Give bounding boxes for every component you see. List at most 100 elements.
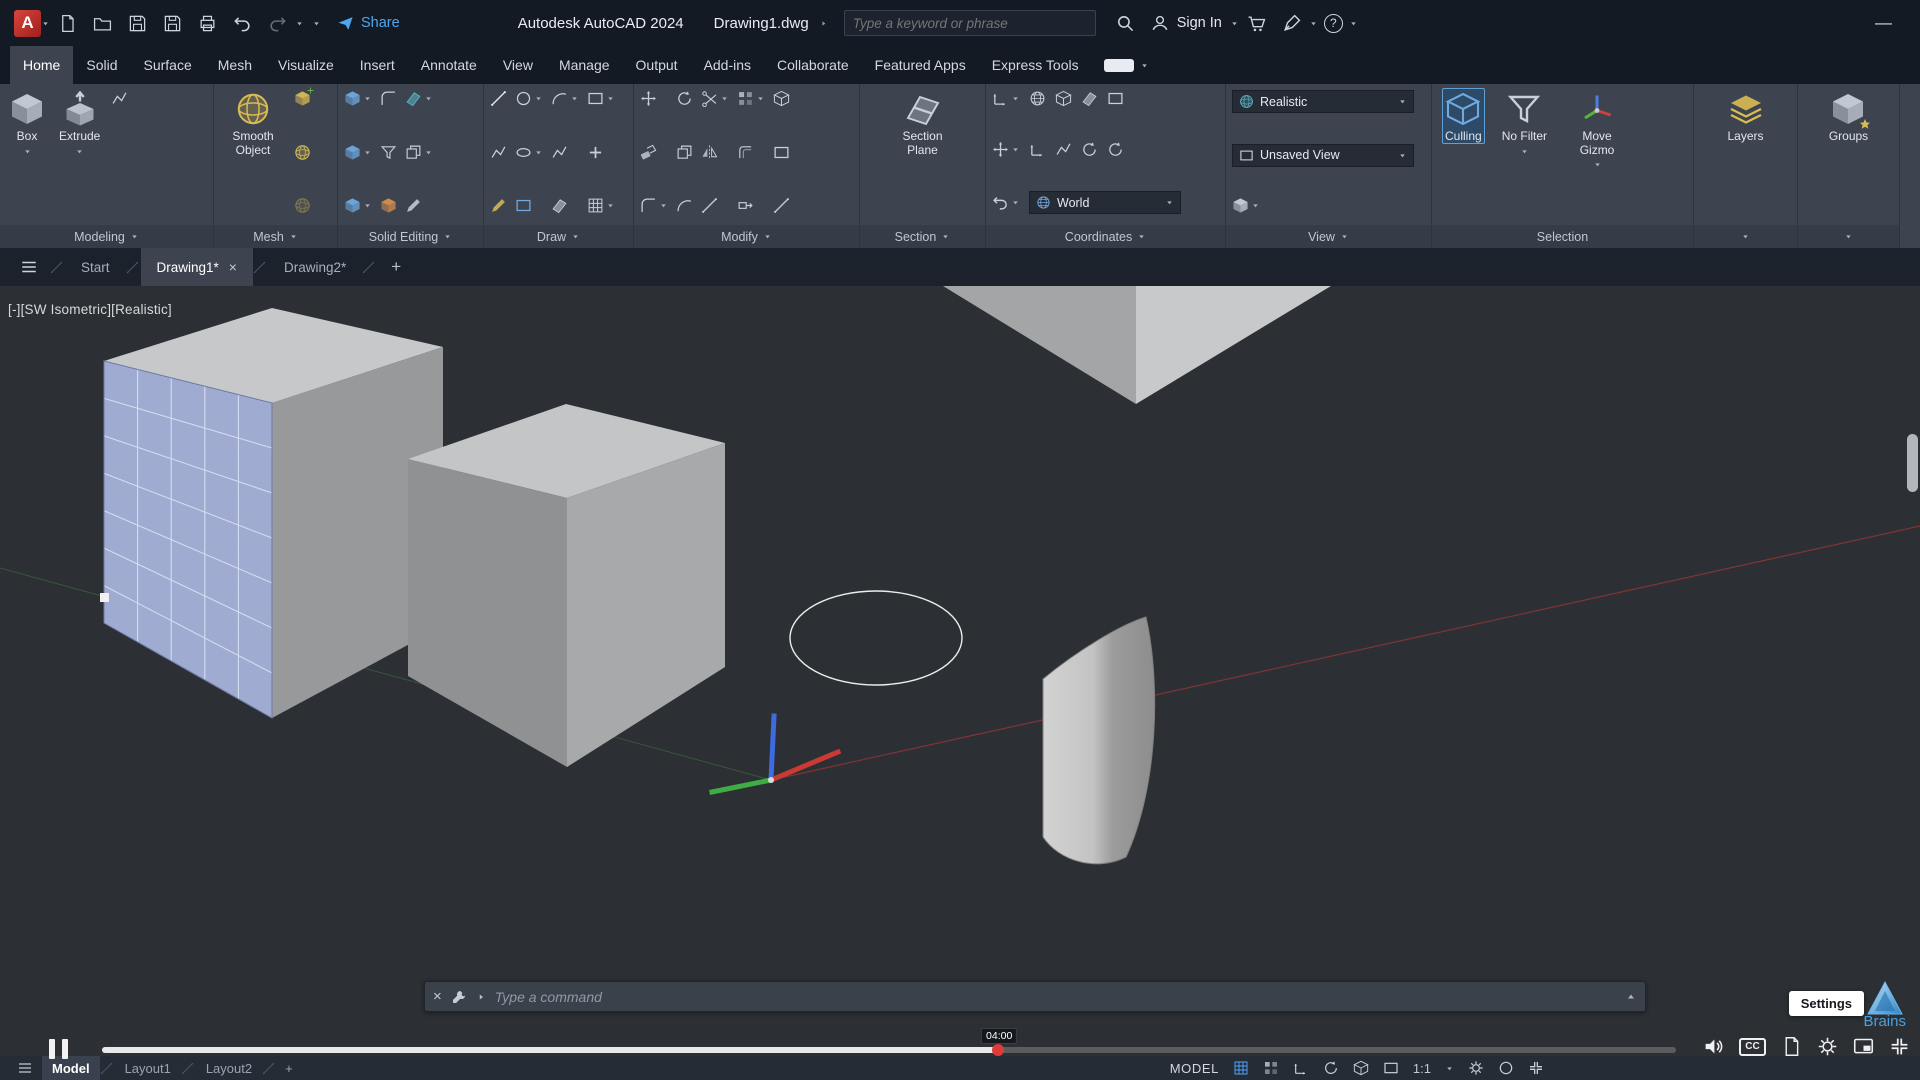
ribbon-tab-visualize[interactable]: Visualize bbox=[265, 46, 347, 84]
layers-panel-expand[interactable] bbox=[1694, 225, 1797, 248]
solid-union-button[interactable] bbox=[344, 90, 372, 107]
ribbon-tab-home[interactable]: Home bbox=[10, 46, 73, 84]
keyword-search-box[interactable] bbox=[844, 10, 1096, 36]
ucs-rotate-y-icon[interactable] bbox=[1107, 141, 1124, 158]
polysolid-icon[interactable] bbox=[111, 90, 128, 107]
taper-faces-icon[interactable] bbox=[380, 144, 397, 161]
feedback-pen-icon[interactable] bbox=[1282, 14, 1301, 33]
plot-icon[interactable] bbox=[198, 14, 217, 33]
captions-button[interactable]: CC bbox=[1739, 1038, 1766, 1056]
command-close-icon[interactable]: × bbox=[433, 988, 442, 1005]
extrude-button[interactable]: Extrude bbox=[56, 88, 103, 156]
viewport-canvas[interactable] bbox=[0, 286, 1920, 1056]
file-tabs-menu-button[interactable] bbox=[8, 248, 50, 286]
pause-button[interactable] bbox=[44, 1036, 72, 1062]
viewport-controls[interactable]: [-][SW Isometric][Realistic] bbox=[8, 302, 172, 317]
ucs-view-icon[interactable] bbox=[1107, 90, 1124, 107]
viewport-scrollbar-thumb[interactable] bbox=[1907, 434, 1918, 492]
app-menu-caret-icon[interactable] bbox=[41, 19, 50, 28]
command-input[interactable]: Type a command bbox=[495, 989, 1616, 1005]
ribbon-tab-annotate[interactable]: Annotate bbox=[408, 46, 490, 84]
search-icon[interactable] bbox=[1116, 14, 1135, 33]
new-drawing-button[interactable]: + bbox=[377, 248, 415, 286]
ribbon-tab-express-tools[interactable]: Express Tools bbox=[979, 46, 1092, 84]
smooth-less-icon[interactable] bbox=[294, 197, 311, 214]
miniplayer-icon[interactable] bbox=[1853, 1036, 1874, 1057]
slice-button[interactable] bbox=[405, 90, 433, 107]
ribbon-tab-manage[interactable]: Manage bbox=[546, 46, 623, 84]
feedback-caret-icon[interactable] bbox=[1309, 19, 1318, 28]
measure-icon[interactable] bbox=[701, 197, 718, 214]
new-file-icon[interactable] bbox=[58, 14, 77, 33]
copy-icon[interactable] bbox=[676, 144, 693, 161]
move-icon[interactable] bbox=[640, 90, 657, 107]
ucs-z-axis-icon[interactable] bbox=[1029, 141, 1046, 158]
command-line[interactable]: × Type a command bbox=[424, 981, 1646, 1012]
lengthen-icon[interactable] bbox=[773, 197, 790, 214]
ribbon-tab-surface[interactable]: Surface bbox=[131, 46, 205, 84]
gray-box[interactable] bbox=[408, 404, 725, 767]
offset-icon[interactable] bbox=[737, 144, 754, 161]
command-customize-wrench-icon[interactable] bbox=[451, 989, 467, 1005]
redo-icon[interactable] bbox=[268, 14, 287, 33]
mesh-box[interactable] bbox=[100, 308, 443, 718]
transcript-icon[interactable] bbox=[1781, 1036, 1802, 1057]
ribbon-tab-collaborate[interactable]: Collaborate bbox=[764, 46, 862, 84]
fillet-button[interactable] bbox=[640, 197, 668, 214]
save-as-icon[interactable] bbox=[163, 14, 182, 33]
mirror-icon[interactable] bbox=[701, 144, 718, 161]
ribbon-display-toggle[interactable] bbox=[1104, 46, 1149, 84]
thicken-button[interactable] bbox=[405, 144, 433, 161]
blend-curves-icon[interactable] bbox=[676, 197, 693, 214]
shell-icon[interactable] bbox=[380, 197, 397, 214]
app-store-cart-icon[interactable] bbox=[1247, 14, 1266, 33]
coordinates-panel-label[interactable]: Coordinates bbox=[986, 225, 1225, 248]
imprint-icon[interactable] bbox=[405, 197, 422, 214]
culling-button[interactable]: Culling bbox=[1442, 88, 1485, 144]
arc-button[interactable] bbox=[551, 90, 579, 107]
box-button[interactable]: Box bbox=[6, 88, 48, 156]
video-progress-bar[interactable]: 04:00 bbox=[102, 1047, 1676, 1053]
solid-intersect-button[interactable] bbox=[344, 197, 372, 214]
large-box[interactable] bbox=[943, 286, 1331, 404]
file-tab-drawing2[interactable]: Drawing2* bbox=[268, 248, 362, 286]
mesh-panel-label[interactable]: Mesh bbox=[214, 225, 337, 248]
fillet-edge-icon[interactable] bbox=[380, 90, 397, 107]
command-history-caret-icon[interactable] bbox=[1625, 991, 1637, 1003]
help-button[interactable]: ? bbox=[1324, 14, 1343, 33]
ucs-origin-button[interactable] bbox=[992, 141, 1020, 158]
file-tab-start[interactable]: Start bbox=[65, 248, 126, 286]
file-tab-drawing1[interactable]: Drawing1* × bbox=[141, 248, 253, 286]
point-icon[interactable] bbox=[587, 144, 604, 161]
ribbon-tab-mesh[interactable]: Mesh bbox=[205, 46, 265, 84]
volume-icon[interactable] bbox=[1703, 1036, 1724, 1057]
modeling-panel-label[interactable]: Modeling bbox=[0, 225, 213, 248]
ucs-world-icon[interactable] bbox=[1029, 90, 1046, 107]
rotate-icon[interactable] bbox=[676, 90, 693, 107]
region-icon[interactable] bbox=[551, 197, 568, 214]
smooth-object-button[interactable]: Smooth Object bbox=[220, 88, 286, 157]
share-button[interactable]: Share bbox=[337, 15, 400, 32]
ucs-button[interactable] bbox=[992, 90, 1020, 107]
ucs-icon[interactable] bbox=[712, 716, 838, 792]
named-view-dropdown[interactable]: Unsaved View bbox=[1232, 144, 1414, 167]
ucs-object-icon[interactable] bbox=[1055, 90, 1072, 107]
fullscreen-exit-icon[interactable] bbox=[1889, 1036, 1910, 1057]
table-button[interactable] bbox=[587, 197, 615, 214]
ribbon-tab-featured-apps[interactable]: Featured Apps bbox=[862, 46, 979, 84]
section-plane-button[interactable]: Section Plane bbox=[890, 88, 956, 157]
section-panel-label[interactable]: Section bbox=[860, 225, 985, 248]
ucs-previous-button[interactable] bbox=[992, 194, 1020, 211]
ribbon-tab-insert[interactable]: Insert bbox=[347, 46, 408, 84]
search-input[interactable] bbox=[853, 16, 1087, 31]
ucs-face-icon[interactable] bbox=[1081, 90, 1098, 107]
minimize-button[interactable]: — bbox=[1857, 13, 1910, 33]
move-gizmo-button[interactable]: Move Gizmo bbox=[1564, 88, 1630, 169]
selection-panel-label[interactable]: Selection bbox=[1432, 225, 1693, 248]
erase-icon[interactable] bbox=[640, 144, 657, 161]
visual-style-dropdown[interactable]: Realistic bbox=[1232, 90, 1414, 113]
help-caret-icon[interactable] bbox=[1349, 19, 1358, 28]
solid-subtract-button[interactable] bbox=[344, 144, 372, 161]
close-icon[interactable]: × bbox=[229, 259, 237, 275]
mesh-box-icon[interactable] bbox=[294, 90, 311, 107]
